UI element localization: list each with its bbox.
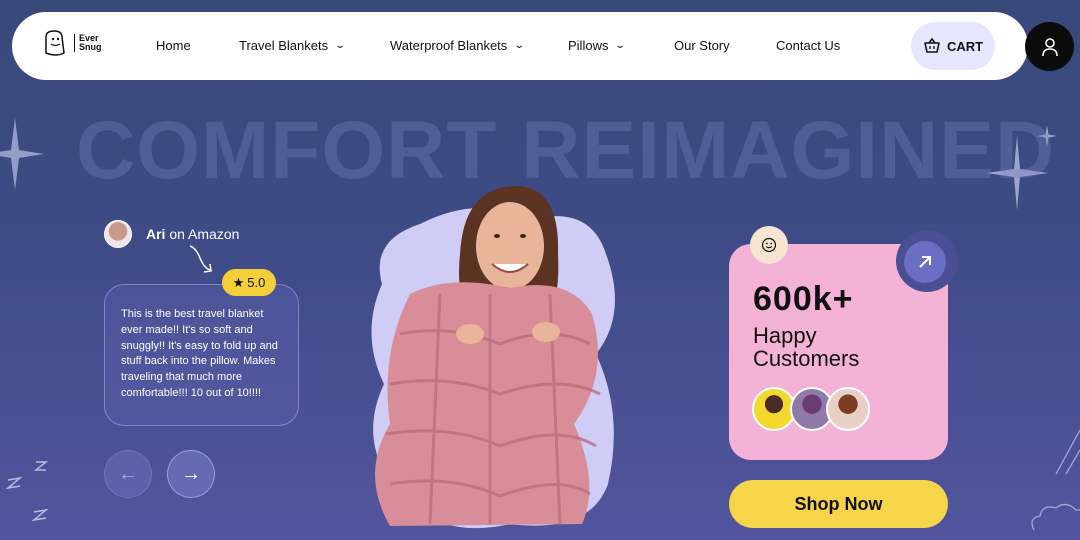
star-icon: ★ bbox=[232, 274, 245, 290]
prev-review-button[interactable]: ← bbox=[104, 450, 152, 498]
review-text: This is the best travel blanket ever mad… bbox=[121, 308, 278, 399]
arrow-up-right-icon bbox=[919, 256, 931, 268]
reviewer-line: Ari on Amazon bbox=[146, 226, 239, 242]
cart-icon bbox=[924, 38, 940, 53]
nav-home[interactable]: Home bbox=[156, 38, 191, 53]
nav-travel-blankets-label: Travel Blankets bbox=[239, 38, 329, 53]
chevron-down-icon: ⌄ bbox=[614, 40, 627, 51]
chevron-down-icon: ⌄ bbox=[513, 40, 526, 51]
nav-pillows-label: Pillows bbox=[568, 38, 609, 53]
cart-label: CART bbox=[946, 38, 984, 54]
account-button[interactable] bbox=[1025, 22, 1074, 71]
arrow-left-icon: ← bbox=[118, 462, 138, 485]
review-card: This is the best travel blanket ever mad… bbox=[104, 284, 299, 426]
nav-waterproof-blankets[interactable]: Waterproof Blankets ⌄ bbox=[390, 38, 526, 53]
mountain-cloud-icon bbox=[1031, 430, 1080, 531]
sparkle-icon bbox=[0, 118, 44, 190]
nav-our-story-label: Our Story bbox=[674, 38, 730, 53]
arrow-right-icon: → bbox=[181, 462, 201, 485]
nav-pillows[interactable]: Pillows ⌄ bbox=[568, 38, 627, 53]
bed-logo-icon bbox=[45, 30, 65, 56]
top-nav: Ever Snug Home Travel Blankets ⌄ Waterpr… bbox=[12, 12, 1028, 80]
brand-logo[interactable]: Ever Snug bbox=[42, 27, 102, 59]
review-header: Ari on Amazon bbox=[104, 220, 239, 248]
smiley-badge bbox=[750, 226, 788, 264]
chevron-down-icon: ⌄ bbox=[334, 40, 347, 51]
cart-button[interactable]: CART bbox=[911, 22, 995, 70]
review-source: on Amazon bbox=[169, 226, 240, 242]
smiley-icon bbox=[761, 237, 777, 253]
nav-contact-us[interactable]: Contact Us bbox=[776, 38, 840, 53]
rating-badge: ★ 5.0 bbox=[222, 269, 276, 296]
shop-now-button[interactable]: Shop Now bbox=[729, 480, 948, 528]
rating-value: 5.0 bbox=[247, 275, 266, 290]
user-icon bbox=[1041, 37, 1058, 56]
stats-link-button[interactable] bbox=[904, 241, 946, 283]
brand-line2: Snug bbox=[79, 42, 102, 52]
customer-count-label: Happy Customers bbox=[753, 323, 860, 371]
nav-waterproof-blankets-label: Waterproof Blankets bbox=[390, 38, 508, 53]
next-review-button[interactable]: → bbox=[167, 450, 215, 498]
hero-photo-woman-with-blanket bbox=[371, 185, 615, 529]
nav-home-label: Home bbox=[156, 38, 191, 53]
customer-count: 600k+ bbox=[753, 280, 854, 318]
brand-wordmark: Ever Snug bbox=[74, 34, 102, 52]
reviewer-name: Ari bbox=[146, 226, 166, 242]
nav-contact-us-label: Contact Us bbox=[776, 38, 841, 53]
nav-our-story[interactable]: Our Story bbox=[674, 38, 730, 53]
customer-avatar bbox=[826, 387, 870, 431]
reviewer-avatar bbox=[104, 220, 132, 248]
curved-arrow-icon bbox=[189, 245, 212, 273]
sleep-zzz-icon bbox=[6, 461, 49, 522]
nav-travel-blankets[interactable]: Travel Blankets ⌄ bbox=[239, 38, 347, 53]
